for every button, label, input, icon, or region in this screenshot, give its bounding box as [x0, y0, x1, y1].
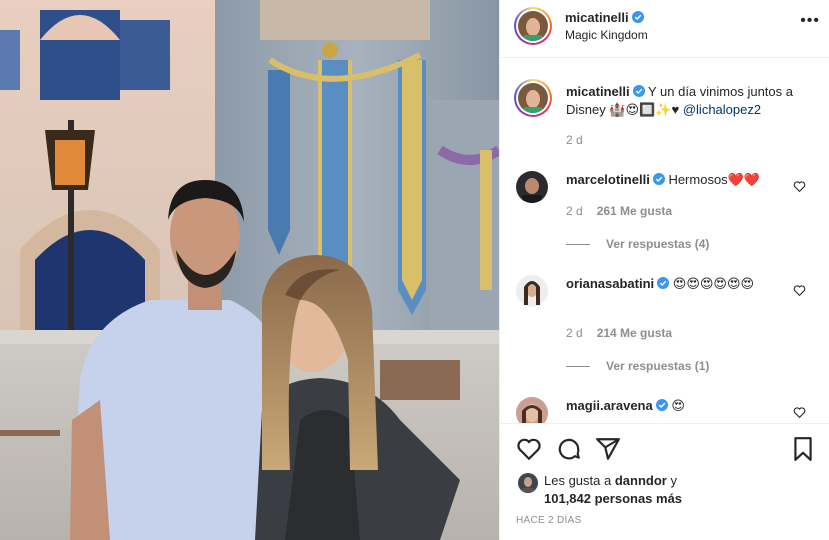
caption-avatar-image [518, 83, 548, 113]
bookmark-icon[interactable] [790, 436, 816, 462]
likes-summary: Les gusta a danndor y 101,842 personas m… [544, 472, 682, 508]
liker-avatar-image [518, 473, 538, 493]
view-replies-label: Ver respuestas (1) [606, 359, 710, 373]
author-avatar-image [518, 11, 548, 41]
comment-emojis: 😍😍😍😍😍😍 [672, 276, 755, 291]
comment-time: 2 d [566, 204, 583, 218]
caption-time: 2 d [566, 133, 583, 147]
comments-list: micatinelli Y un día vinimos juntos a Di… [500, 59, 829, 423]
verified-badge-icon [652, 173, 665, 185]
more-options-icon[interactable]: ••• [800, 12, 820, 30]
comment-emojis: 😍 [671, 398, 685, 413]
comment-like-heart-icon[interactable] [793, 406, 806, 419]
post-photo[interactable] [0, 0, 499, 540]
author-avatar[interactable] [514, 7, 552, 45]
caption-mention[interactable]: @lichalopez2 [683, 102, 761, 117]
comment-text: orianasabatini 😍😍😍😍😍😍 [566, 275, 786, 293]
comment-avatar-orianasabatini[interactable] [516, 275, 548, 307]
comment-text: marcelotinelli Hermosos❤️❤️ [566, 171, 786, 189]
verified-badge-icon [632, 85, 645, 97]
comment-avatar-marcelotinelli[interactable] [516, 171, 548, 203]
heart-icon[interactable] [516, 436, 542, 462]
comment-text: magii.aravena 😍 [566, 397, 786, 415]
author-name-row: micatinelli [565, 10, 644, 25]
comment-username[interactable]: marcelotinelli [566, 172, 650, 187]
comment-icon[interactable] [556, 436, 582, 462]
castle-couple-photo [0, 0, 499, 540]
likes-prefix: Les gusta a [544, 473, 612, 488]
likes-conj: y [670, 473, 677, 488]
comment-like-heart-icon[interactable] [793, 180, 806, 193]
post-actions: Les gusta a danndor y 101,842 personas m… [500, 423, 829, 540]
view-replies-label: Ver respuestas (4) [606, 237, 710, 251]
liker-avatar[interactable] [518, 473, 538, 493]
comment-username[interactable]: orianasabatini [566, 276, 654, 291]
comment-avatar-image [516, 397, 548, 423]
post-header: micatinelli Magic Kingdom ••• [500, 0, 829, 58]
comment-time: 2 d [566, 326, 583, 340]
comment-avatar-image [516, 275, 548, 307]
caption-text: micatinelli Y un día vinimos juntos a Di… [566, 83, 806, 119]
share-icon[interactable] [595, 436, 621, 462]
verified-badge-icon [657, 277, 670, 289]
comment-meta: 2 d 214 Me gusta [566, 326, 672, 340]
comment-username[interactable]: magii.aravena [566, 398, 653, 413]
comment-like-heart-icon[interactable] [793, 284, 806, 297]
caption-emojis: 🏰😍🔲✨♥ [609, 102, 680, 117]
view-replies-button[interactable]: Ver respuestas (1) [566, 359, 709, 373]
comment-body: Hermosos [668, 172, 728, 187]
comment-emojis: ❤️❤️ [727, 172, 761, 187]
comment-avatar-image [516, 171, 548, 203]
instagram-post: micatinelli Magic Kingdom ••• micatinell… [0, 0, 829, 540]
author-username[interactable]: micatinelli [565, 10, 629, 25]
post-sidebar: micatinelli Magic Kingdom ••• micatinell… [499, 0, 829, 540]
view-replies-button[interactable]: Ver respuestas (4) [566, 237, 709, 251]
caption-avatar[interactable] [514, 79, 552, 117]
comment-meta: 2 d 261 Me gusta [566, 204, 672, 218]
replies-divider [566, 366, 590, 368]
comment-avatar-magii-aravena[interactable] [516, 397, 548, 423]
comment-likes[interactable]: 214 Me gusta [597, 326, 672, 340]
comment-likes[interactable]: 261 Me gusta [597, 204, 672, 218]
post-timestamp[interactable]: HACE 2 DÍAS [516, 515, 582, 526]
location-link[interactable]: Magic Kingdom [565, 28, 648, 42]
likes-user[interactable]: danndor [615, 473, 667, 488]
likes-count[interactable]: 101,842 personas más [544, 491, 682, 506]
verified-badge-icon [631, 11, 644, 23]
caption-username[interactable]: micatinelli [566, 84, 630, 99]
replies-divider [566, 244, 590, 246]
verified-badge-icon [655, 399, 668, 411]
